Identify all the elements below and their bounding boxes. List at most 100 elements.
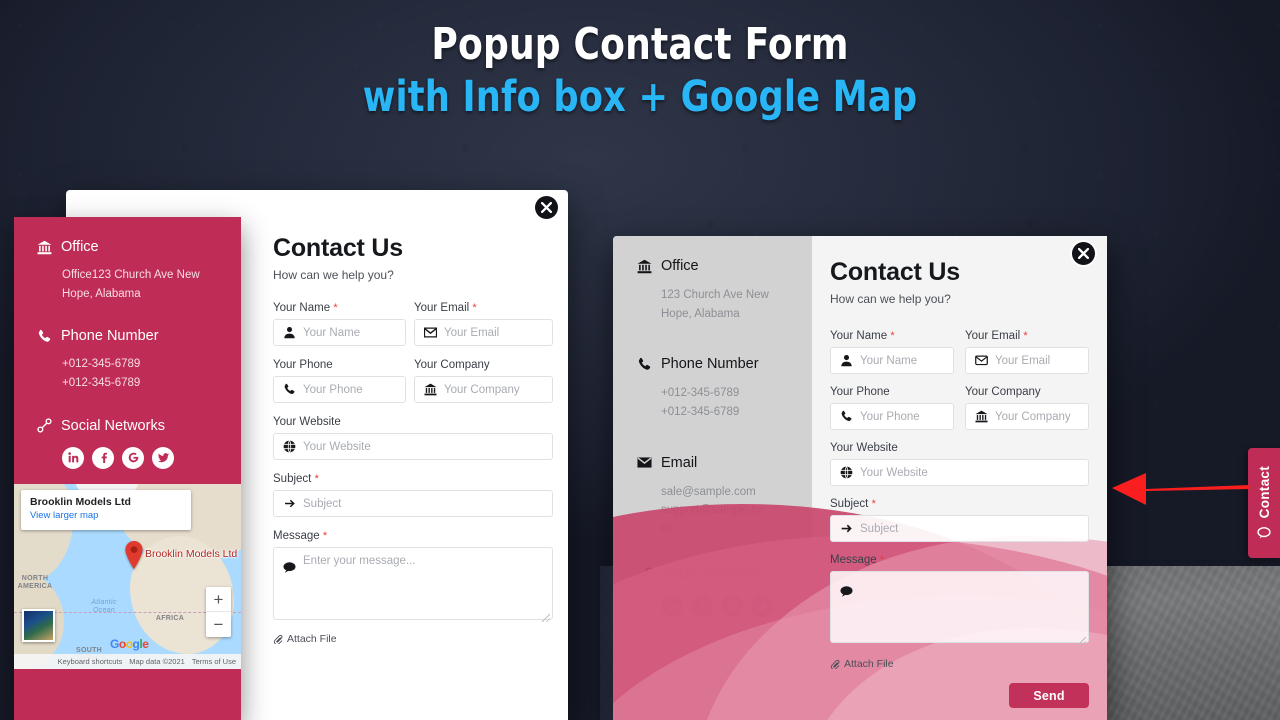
input-your-phone[interactable] bbox=[830, 403, 954, 430]
field-group-your-website: Your Website bbox=[830, 442, 1089, 486]
map-satellite-thumbnail[interactable] bbox=[22, 609, 55, 642]
input-subject[interactable] bbox=[830, 515, 1089, 542]
field-your-email bbox=[965, 347, 1089, 374]
field-subject bbox=[273, 490, 553, 517]
paperclip-icon bbox=[830, 659, 840, 669]
input-your-phone[interactable] bbox=[273, 376, 406, 403]
map-data-attribution: Map data ©2021 bbox=[129, 657, 185, 666]
resize-handle-icon[interactable] bbox=[542, 614, 550, 622]
envelope-icon bbox=[636, 455, 652, 470]
phone-heading: Phone Number bbox=[636, 356, 812, 372]
close-x-glyph bbox=[541, 202, 552, 213]
textarea-message[interactable] bbox=[830, 571, 1089, 643]
field-your-company bbox=[965, 403, 1089, 430]
contact-form-dark: Contact Us How can we help you? Your Nam… bbox=[812, 236, 1107, 720]
social-link-linkedin[interactable] bbox=[661, 595, 683, 618]
label-your-company: Your Company bbox=[414, 359, 490, 371]
close-x-glyph bbox=[1078, 248, 1089, 259]
label-subject: Subject * bbox=[273, 473, 319, 485]
bank-icon bbox=[36, 240, 52, 255]
phone-icon bbox=[636, 357, 652, 372]
social-link-facebook[interactable] bbox=[691, 595, 713, 618]
input-your-website[interactable] bbox=[273, 433, 553, 460]
input-your-email[interactable] bbox=[414, 319, 553, 346]
field-group-your-name: Your Name * bbox=[273, 302, 406, 346]
input-your-name[interactable] bbox=[830, 347, 954, 374]
field-group-subject: Subject * bbox=[830, 498, 1089, 542]
map-label-north-america: NORTH AMERICA bbox=[17, 575, 53, 591]
info-panel-dark: Office 123 Church Ave New Hope, Alabama … bbox=[613, 236, 812, 720]
page-title: Popup Contact Form with Info box + Googl… bbox=[0, 22, 1280, 120]
field-your-website bbox=[830, 459, 1089, 486]
social-links bbox=[661, 595, 812, 618]
input-your-email[interactable] bbox=[965, 347, 1089, 374]
form-subtitle: How can we help you? bbox=[273, 268, 394, 282]
field-group-your-phone: Your Phone bbox=[273, 359, 406, 403]
label-your-email: Your Email * bbox=[414, 302, 477, 314]
field-your-name bbox=[830, 347, 954, 374]
map-zoom-control: + − bbox=[206, 587, 231, 637]
office-address-line-1: Office123 Church Ave New bbox=[62, 269, 200, 281]
phone-number-2[interactable]: +012-345-6789 bbox=[661, 403, 812, 422]
office-heading: Office bbox=[636, 258, 812, 274]
input-your-company[interactable] bbox=[965, 403, 1089, 430]
contact-side-tab[interactable]: Contact bbox=[1248, 448, 1280, 558]
social-link-twitter[interactable] bbox=[751, 595, 773, 618]
map-marker-pin[interactable] bbox=[124, 541, 144, 569]
map-zoom-in-button[interactable]: + bbox=[206, 587, 231, 612]
label-your-name: Your Name * bbox=[273, 302, 338, 314]
input-subject[interactable] bbox=[273, 490, 553, 517]
close-icon[interactable] bbox=[1072, 242, 1095, 265]
field-group-your-company: Your Company bbox=[965, 386, 1089, 430]
headline-line-1: Popup Contact Form bbox=[431, 19, 849, 70]
phone-number-1[interactable]: +012-345-6789 bbox=[661, 384, 812, 403]
chat-bubble-icon bbox=[1257, 526, 1271, 539]
annotation-arrow bbox=[1110, 463, 1250, 511]
map-keyboard-shortcuts[interactable]: Keyboard shortcuts bbox=[58, 657, 123, 666]
label-message: Message * bbox=[273, 530, 328, 542]
input-your-website[interactable] bbox=[830, 459, 1089, 486]
send-button[interactable]: Send bbox=[1009, 683, 1089, 708]
map-view-larger-link[interactable]: View larger map bbox=[30, 510, 182, 521]
contact-tab-label: Contact bbox=[1256, 466, 1272, 519]
input-your-name[interactable] bbox=[273, 319, 406, 346]
phone-icon bbox=[36, 329, 52, 344]
google-map[interactable]: NORTH AMERICA SOUTH AMERICA AFRICA Atlan… bbox=[14, 484, 241, 669]
field-your-name bbox=[273, 319, 406, 346]
social-link-google[interactable] bbox=[721, 595, 743, 618]
contact-popup-dark: Office 123 Church Ave New Hope, Alabama … bbox=[613, 236, 1107, 720]
share-icon bbox=[636, 567, 652, 582]
close-icon[interactable] bbox=[535, 196, 558, 219]
social-link-linkedin[interactable] bbox=[62, 446, 84, 469]
attach-file-button[interactable]: Attach File bbox=[830, 658, 1089, 670]
field-message bbox=[273, 547, 553, 625]
form-title: Contact Us bbox=[830, 258, 960, 286]
map-business-name: Brooklin Models Ltd bbox=[30, 496, 131, 508]
social-link-twitter[interactable] bbox=[152, 446, 174, 469]
field-your-website bbox=[273, 433, 553, 460]
map-terms-link[interactable]: Terms of Use bbox=[192, 657, 236, 666]
label-your-phone: Your Phone bbox=[830, 386, 890, 398]
email-address-2[interactable]: support@sample.com bbox=[661, 501, 767, 538]
map-zoom-out-button[interactable]: − bbox=[206, 612, 231, 637]
phone-number-2[interactable]: +012-345-6789 bbox=[62, 374, 241, 393]
attach-file-button[interactable]: Attach File bbox=[273, 633, 337, 645]
email-address-1[interactable]: sale@sample.com bbox=[661, 483, 812, 502]
info-panel-light: Office Office123 Church Ave New Hope, Al… bbox=[14, 217, 241, 720]
resize-handle-icon[interactable] bbox=[1078, 637, 1086, 645]
social-title: Social Networks bbox=[61, 417, 165, 434]
social-links bbox=[62, 446, 241, 469]
label-your-website: Your Website bbox=[830, 442, 898, 454]
input-your-company[interactable] bbox=[414, 376, 553, 403]
social-link-google[interactable] bbox=[122, 446, 144, 469]
office-address-line-2: Hope, Alabama bbox=[62, 287, 141, 300]
textarea-message[interactable] bbox=[273, 547, 553, 620]
social-link-facebook[interactable] bbox=[92, 446, 114, 469]
map-marker-label: Brooklin Models Ltd bbox=[145, 548, 238, 560]
field-group-your-phone: Your Phone bbox=[830, 386, 954, 430]
social-heading: Social Networks bbox=[36, 418, 241, 434]
phone-number-1[interactable]: +012-345-6789 bbox=[62, 355, 241, 374]
social-title: Social Networks bbox=[661, 566, 765, 583]
label-message: Message * bbox=[830, 554, 885, 566]
office-title: Office bbox=[61, 239, 99, 255]
